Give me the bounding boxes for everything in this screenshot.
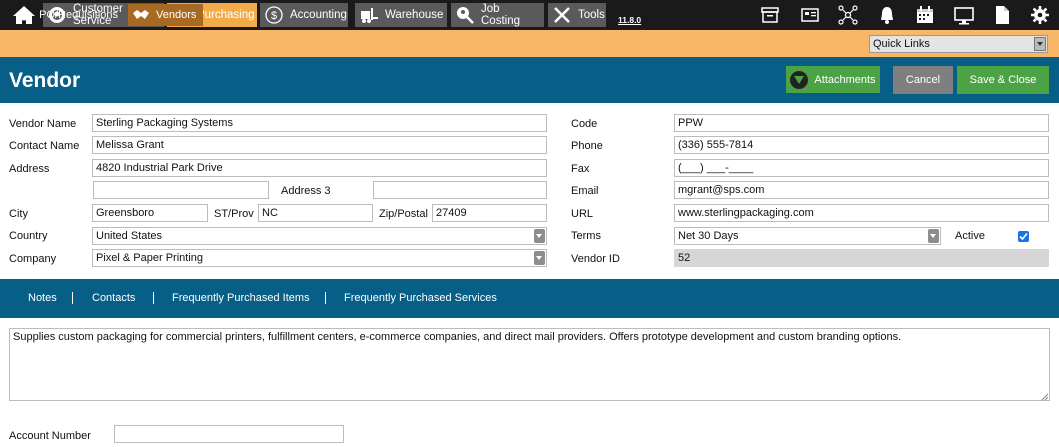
contact-name-label: Contact Name: [9, 140, 80, 152]
chevron-down-icon: [534, 229, 545, 243]
checkmark-icon: [1019, 232, 1028, 241]
subnav-tab-po-requisitions[interactable]: PO/Requisitions: [13, 4, 124, 26]
gear-icon[interactable]: [1029, 4, 1051, 26]
nav-tab-warehouse[interactable]: Warehouse: [355, 3, 447, 27]
nav-tab-label: Warehouse: [385, 9, 444, 21]
handshake-icon: [133, 10, 149, 19]
phone-input[interactable]: (336) 555-7814: [674, 136, 1049, 154]
email-label: Email: [571, 185, 599, 197]
chevron-down-icon: [534, 251, 545, 265]
save-close-button[interactable]: Save & Close: [957, 66, 1049, 94]
dollar-icon: $: [265, 6, 283, 24]
calendar-icon[interactable]: [914, 4, 936, 26]
tab-separator: [325, 292, 326, 304]
nav-tab-tools[interactable]: Tools: [548, 3, 606, 27]
tab-separator: [72, 292, 73, 304]
address-label: Address: [9, 163, 50, 175]
version-label: 11.8.0: [618, 15, 642, 25]
company-value: Pixel & Paper Printing: [96, 252, 203, 264]
st-prov-input[interactable]: NC: [258, 204, 373, 222]
country-select[interactable]: United States: [92, 227, 547, 245]
nav-tab-label: Purchasing: [197, 9, 255, 21]
attachment-icon: [790, 70, 809, 89]
basket-icon: [18, 8, 32, 21]
address3-label: Address 3: [281, 185, 331, 197]
svg-text:$: $: [271, 10, 277, 22]
chevron-down-icon: [928, 229, 939, 243]
zip-input[interactable]: 27409: [432, 204, 547, 222]
st-prov-label: ST/Prov: [214, 208, 254, 220]
city-label: City: [9, 208, 28, 220]
chevron-down-icon: [1034, 37, 1046, 51]
account-number-input[interactable]: [114, 425, 344, 443]
account-number-label: Account Number: [9, 430, 91, 442]
contact-name-input[interactable]: Melissa Grant: [92, 136, 547, 154]
email-input[interactable]: mgrant@sps.com: [674, 181, 1049, 199]
url-label: URL: [571, 208, 594, 220]
tab-contacts[interactable]: Contacts: [92, 292, 135, 304]
country-value: United States: [96, 230, 163, 242]
code-label: Code: [571, 118, 598, 130]
bell-icon[interactable]: [876, 4, 898, 26]
network-icon[interactable]: [837, 4, 859, 26]
code-input[interactable]: PPW: [674, 114, 1049, 132]
search-user-icon: [457, 7, 474, 24]
nav-tab-job-costing[interactable]: Job Costing: [451, 3, 544, 27]
company-label: Company: [9, 253, 57, 265]
vendor-name-label: Vendor Name: [9, 118, 77, 130]
quick-links-label: Quick Links: [873, 38, 930, 50]
archive-icon[interactable]: [759, 4, 781, 26]
vendor-id-label: Vendor ID: [571, 253, 620, 265]
vendor-id-value: 52: [674, 249, 1049, 267]
fax-input[interactable]: (___) ___-____: [674, 159, 1049, 177]
notes-textarea[interactable]: Supplies custom packaging for commercial…: [9, 328, 1050, 401]
subnav-tab-label: PO/Requisitions: [39, 9, 118, 21]
vendor-name-input[interactable]: Sterling Packaging Systems: [92, 114, 547, 132]
tab-frequently-purchased-services[interactable]: Frequently Purchased Services: [344, 292, 497, 304]
attachments-button[interactable]: Attachments: [786, 66, 880, 93]
terms-value: Net 30 Days: [678, 230, 739, 242]
url-input[interactable]: www.sterlingpackaging.com: [674, 204, 1049, 222]
tab-notes[interactable]: Notes: [28, 292, 57, 304]
tab-frequently-purchased-items[interactable]: Frequently Purchased Items: [172, 292, 310, 304]
subnav-tab-label: Vendors: [156, 9, 197, 21]
terms-select[interactable]: Net 30 Days: [674, 227, 941, 245]
nav-tab-label: Accounting: [290, 9, 347, 21]
tools-icon: [554, 7, 570, 23]
address-line1-input[interactable]: 4820 Industrial Park Drive: [92, 159, 547, 177]
address-line2-input[interactable]: [93, 181, 269, 199]
nav-tab-label: Tools: [578, 9, 605, 21]
active-checkbox[interactable]: [1018, 231, 1029, 242]
detail-tabs-bar: [0, 279, 1059, 318]
monitor-icon[interactable]: [953, 4, 975, 26]
tab-separator: [153, 292, 154, 304]
company-select[interactable]: Pixel & Paper Printing: [92, 249, 547, 267]
zip-label: Zip/Postal: [379, 208, 428, 220]
id-card-icon[interactable]: [799, 4, 821, 26]
country-label: Country: [9, 230, 48, 242]
nav-tab-label: Job Costing: [481, 3, 520, 27]
document-icon[interactable]: [991, 4, 1013, 26]
terms-label: Terms: [571, 230, 601, 242]
cancel-button[interactable]: Cancel: [893, 66, 953, 94]
fax-label: Fax: [571, 163, 590, 175]
active-label: Active: [955, 230, 985, 242]
nav-tab-accounting[interactable]: $ Accounting: [260, 3, 348, 27]
subnav-tab-vendors[interactable]: Vendors: [128, 4, 203, 26]
page-title: Vendor: [9, 69, 81, 92]
city-input[interactable]: Greensboro: [92, 204, 208, 222]
address-line3-input[interactable]: [373, 181, 547, 199]
forklift-icon: [361, 8, 378, 23]
resize-grip-icon[interactable]: [1041, 393, 1049, 401]
attachments-label: Attachments: [814, 73, 876, 86]
quick-links-select[interactable]: Quick Links: [869, 35, 1048, 53]
phone-label: Phone: [571, 140, 603, 152]
